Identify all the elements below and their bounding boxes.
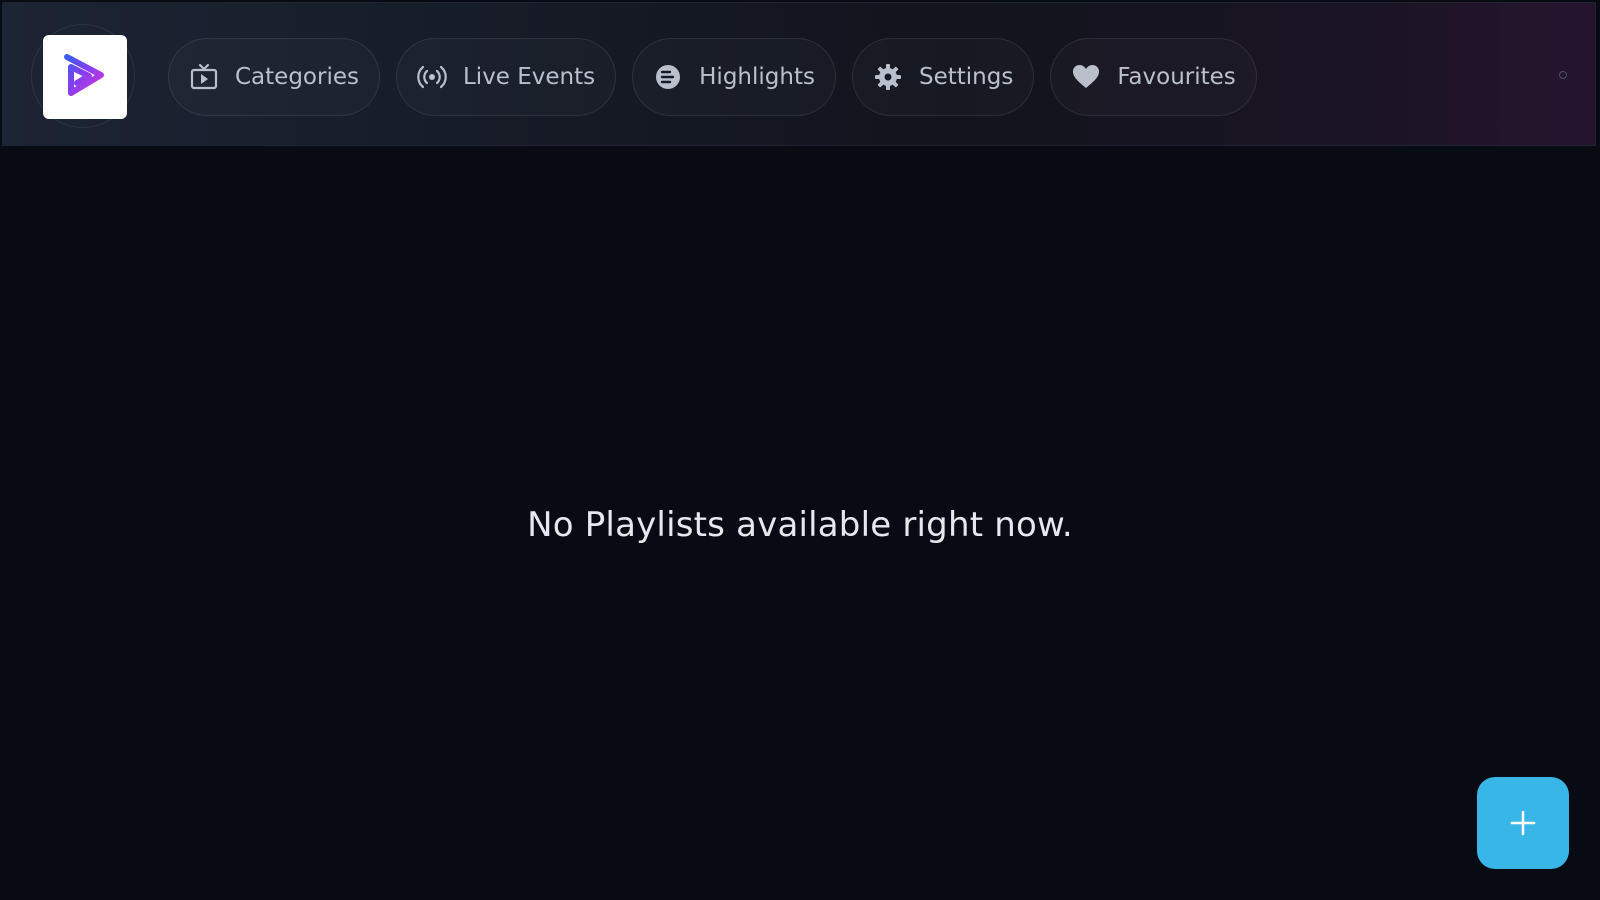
- broadcast-icon: [417, 62, 447, 92]
- nav-settings-label: Settings: [918, 64, 1014, 90]
- add-playlist-button[interactable]: [1477, 777, 1569, 869]
- nav-settings[interactable]: Settings: [851, 38, 1035, 116]
- nav-highlights[interactable]: Highlights: [632, 38, 836, 116]
- nav-categories[interactable]: Categories: [168, 38, 380, 116]
- plus-icon: [1510, 810, 1536, 836]
- main-nav: Categories Live Events Highlights Settin…: [168, 38, 1257, 116]
- play-logo-icon: [64, 54, 104, 96]
- nav-favourites-label: Favourites: [1117, 64, 1236, 90]
- nav-favourites[interactable]: Favourites: [1050, 38, 1257, 116]
- app-logo[interactable]: [43, 35, 127, 119]
- status-indicator: [1559, 71, 1567, 79]
- heart-icon: [1071, 62, 1101, 92]
- nav-highlights-label: Highlights: [699, 64, 815, 90]
- gear-icon: [873, 62, 903, 92]
- empty-state-message: No Playlists available right now.: [527, 505, 1073, 545]
- app-root: Categories Live Events Highlights Settin…: [0, 0, 1600, 900]
- nav-categories-label: Categories: [235, 64, 359, 90]
- top-navigation-bar: Categories Live Events Highlights Settin…: [2, 2, 1596, 146]
- highlights-icon: [653, 62, 683, 92]
- nav-live-events[interactable]: Live Events: [395, 38, 617, 116]
- nav-live-events-label: Live Events: [462, 64, 596, 90]
- tv-icon: [189, 62, 219, 92]
